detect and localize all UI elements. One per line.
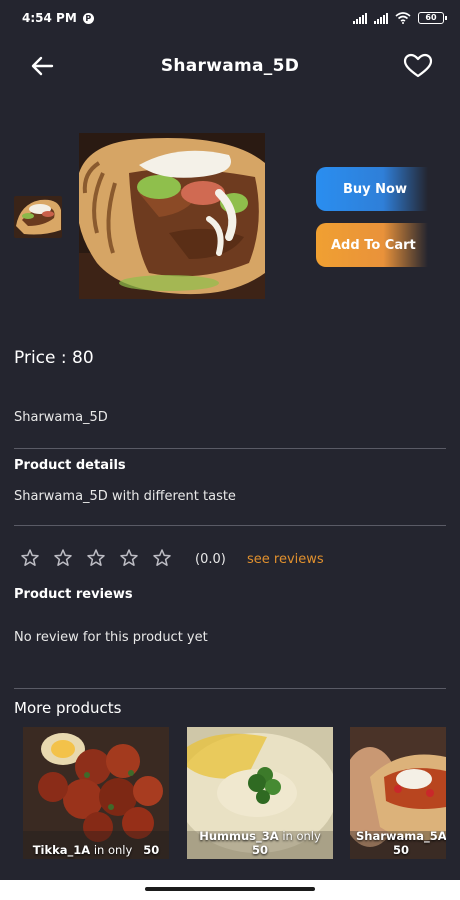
product-thumbnail[interactable]	[14, 196, 62, 238]
system-nav-bar	[0, 880, 460, 900]
star-icon[interactable]	[86, 548, 106, 568]
product-card-price: 50	[143, 843, 160, 857]
product-card-label: Hummus_3A in only 50	[187, 829, 333, 859]
divider	[14, 688, 446, 689]
tikka-image	[23, 727, 169, 859]
star-icon[interactable]	[20, 548, 40, 568]
status-left: 4:54 PM P	[22, 11, 94, 25]
product-card-label: Sharwama_5A 50	[350, 829, 446, 859]
favorite-button[interactable]	[402, 52, 434, 80]
product-card-price: 50	[392, 843, 409, 857]
product-main-image	[79, 133, 265, 299]
divider	[14, 448, 446, 449]
product-card[interactable]: Hummus_3A in only 50	[187, 727, 333, 859]
no-review-text: No review for this product yet	[14, 630, 208, 645]
product-details-text: Sharwama_5D with different taste	[14, 489, 236, 504]
wifi-icon	[395, 12, 411, 24]
signal-icon-2	[374, 12, 388, 24]
product-price: Price : 80	[14, 348, 94, 368]
product-card[interactable]: Tikka_1A in only 50	[23, 727, 169, 859]
product-name: Sharwama_5D	[14, 410, 108, 425]
status-right: 60	[353, 12, 447, 24]
see-reviews-link[interactable]: see reviews	[247, 552, 324, 567]
product-card-price: 50	[251, 843, 268, 857]
star-icon[interactable]	[119, 548, 139, 568]
star-icon[interactable]	[53, 548, 73, 568]
status-time: 4:54 PM	[22, 11, 77, 25]
rating-value: (0.0)	[195, 552, 226, 567]
shawarma-image	[79, 133, 265, 299]
app-bar: Sharwama_5D	[0, 48, 460, 84]
product-card-suffix: in only	[282, 829, 321, 843]
product-card-label: Tikka_1A in only 50	[23, 843, 169, 859]
signal-icon	[353, 12, 367, 24]
product-card-suffix: in only	[93, 843, 133, 857]
divider	[14, 525, 446, 526]
heart-outline-icon	[403, 53, 433, 78]
battery-icon: 60	[418, 12, 447, 24]
buy-now-button[interactable]: Buy Now	[316, 167, 428, 211]
product-card-name: Sharwama_5A	[356, 829, 446, 843]
rating-stars	[20, 548, 172, 568]
more-products-title: More products	[14, 699, 122, 717]
status-bar: 4:54 PM P 60	[0, 0, 460, 36]
home-indicator[interactable]	[145, 887, 315, 891]
product-details-title: Product details	[14, 458, 126, 473]
product-card[interactable]: Sharwama_5A 50	[350, 727, 446, 859]
product-card-name: Hummus_3A	[199, 829, 279, 843]
add-to-cart-button[interactable]: Add To Cart	[316, 223, 428, 267]
shawarma-thumbnail-image	[14, 196, 62, 238]
product-reviews-title: Product reviews	[14, 587, 133, 602]
star-icon[interactable]	[152, 548, 172, 568]
product-card-name: Tikka_1A	[32, 843, 91, 857]
page-title: Sharwama_5D	[160, 56, 300, 76]
notification-icon: P	[82, 12, 94, 24]
